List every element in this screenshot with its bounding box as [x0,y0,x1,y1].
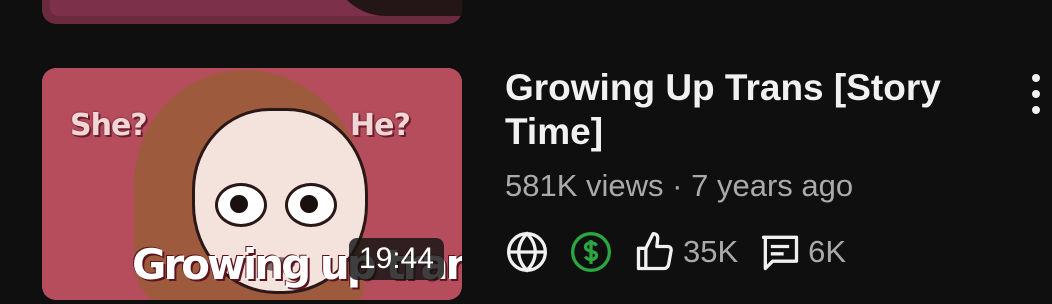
comments-stat: 6K [758,230,846,274]
thumbnail-text-he: He? [350,108,411,143]
video-thumbnail[interactable]: She? He? Growing up trans 19:44 [42,68,462,300]
video-title[interactable]: Growing Up Trans [Story Time] [505,66,975,154]
more-vert-icon[interactable] [1028,74,1044,114]
video-stats: 35K 6K [505,230,975,274]
video-metadata: Growing Up Trans [Story Time] 581K views… [505,66,975,274]
previous-video-thumbnail[interactable] [42,0,462,24]
comments-count: 6K [808,234,847,269]
thumbnail-text-she: She? [70,108,148,143]
thumbs-up-icon [633,230,677,274]
likes-stat: 35K [633,230,738,274]
comment-icon [758,230,802,274]
separator: · [672,168,683,203]
upload-age: 7 years ago [691,168,854,203]
likes-count: 35K [683,234,739,269]
thumbnail-art [330,0,462,16]
globe-icon [505,230,549,274]
dollar-icon [569,230,613,274]
video-duration-badge: 19:44 [348,238,444,280]
view-count: 581K views [505,168,664,203]
video-subtitle: 581K views · 7 years ago [505,168,975,204]
